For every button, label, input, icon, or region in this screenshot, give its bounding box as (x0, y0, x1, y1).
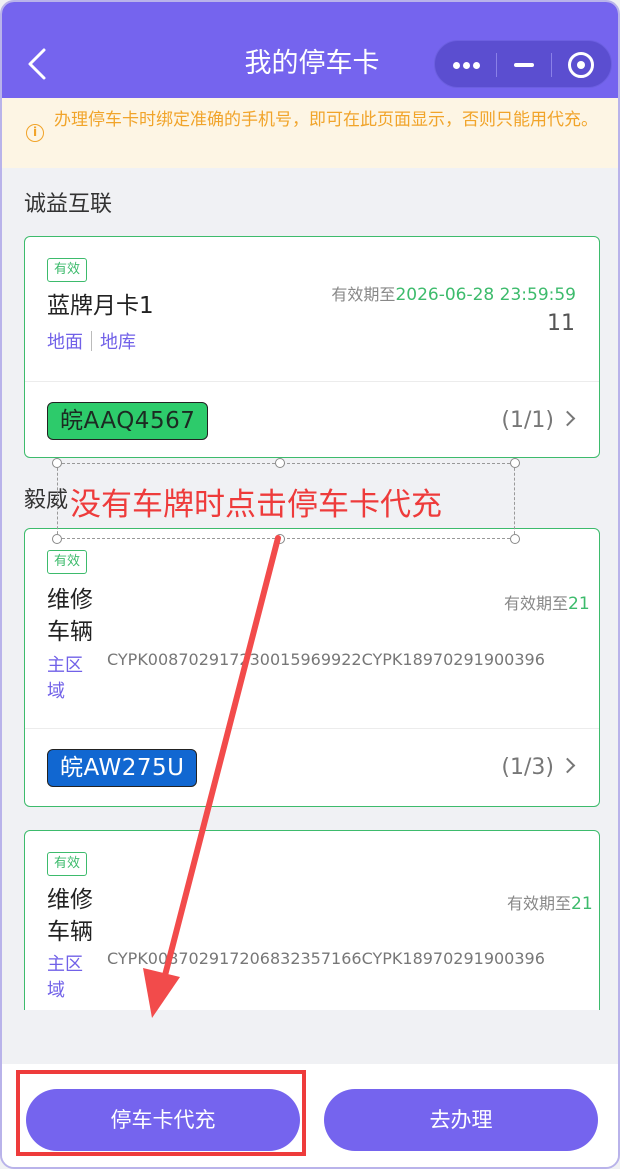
more-icon[interactable] (435, 41, 497, 89)
expiry-text: 有效期至21 (507, 892, 593, 916)
expiry-text: 有效期至21 (504, 592, 590, 616)
card-name: 维修车辆 (47, 587, 93, 645)
card-areas: 地面 地库 (47, 330, 136, 356)
status-badge: 有效 (47, 258, 88, 282)
close-circle-icon[interactable] (552, 41, 612, 89)
license-plate[interactable]: 皖AW275U (47, 749, 198, 787)
nav-bar: 我的停车卡 (2, 2, 618, 98)
status-badge: 有效 (47, 550, 88, 574)
app-frame: 我的停车卡 i 办理停车卡时绑定准确的手机号，即可在此页面显示，否则只能用代充。… (0, 0, 620, 1169)
card-area: 主区域 (47, 954, 83, 1001)
license-plate[interactable]: 皖AAQ4567 (47, 402, 209, 440)
area-label: 地库 (100, 332, 136, 353)
annotation-text: 没有车牌时点击停车卡代充 (70, 487, 442, 523)
plate-pager[interactable]: (1/1) (501, 406, 576, 436)
apply-button[interactable]: 去办理 (324, 1089, 598, 1151)
expiry-prefix: 有效期至 (507, 894, 572, 913)
info-icon: i (26, 124, 44, 142)
group-title: 诚益互联 (24, 192, 113, 217)
divider (25, 381, 599, 382)
expiry-prefix: 有效期至 (331, 285, 396, 304)
card-area: 主区域 (47, 655, 83, 702)
card-number: 11 (547, 311, 575, 336)
chevron-right-icon (559, 410, 576, 427)
resize-handle (52, 458, 62, 468)
resize-handle (275, 534, 285, 544)
area-label: 地面 (47, 332, 83, 353)
pager-text: (1/1) (501, 408, 554, 433)
expiry-date: 21 (571, 894, 593, 914)
parking-card[interactable]: 有效 维修车辆 主区域 有效期至21 CYPK00870291723001596… (24, 528, 600, 807)
minimize-icon[interactable] (497, 41, 552, 89)
card-name: 维修车辆 (47, 887, 93, 945)
highlight-frame (16, 1070, 306, 1156)
parking-card[interactable]: 有效 维修车辆 主区域 有效期至21 CYPK00870291720683235… (24, 830, 600, 1010)
plate-pager[interactable]: (1/3) (501, 753, 576, 783)
resize-handle (510, 534, 520, 544)
card-name: 蓝牌月卡1 (47, 293, 154, 319)
card-code: CYPK008702917230015969922CYPK18970291900… (107, 650, 545, 669)
expiry-date: 2026-06-28 23:59:59 (395, 285, 576, 305)
expiry-date: 21 (568, 594, 590, 614)
card-list[interactable]: 诚益互联 有效 蓝牌月卡1 地面 地库 有效期至2026-06-28 23:59:… (2, 168, 618, 1010)
divider (25, 728, 599, 729)
notice-text: 办理停车卡时绑定准确的手机号，即可在此页面显示，否则只能用代充。 (54, 110, 598, 130)
parking-card[interactable]: 有效 蓝牌月卡1 地面 地库 有效期至2026-06-28 23:59:59 11… (24, 236, 600, 458)
card-code: CYPK008702917206832357166CYPK18970291900… (107, 949, 545, 968)
area-divider (91, 331, 92, 351)
expiry-text: 有效期至2026-06-28 23:59:59 (331, 283, 576, 307)
expiry-prefix: 有效期至 (504, 594, 569, 613)
chevron-right-icon (559, 757, 576, 774)
resize-handle (510, 458, 520, 468)
resize-handle (275, 458, 285, 468)
pager-text: (1/3) (501, 755, 554, 780)
status-badge: 有效 (47, 852, 88, 876)
mini-program-capsule (434, 40, 612, 88)
resize-handle (52, 534, 62, 544)
